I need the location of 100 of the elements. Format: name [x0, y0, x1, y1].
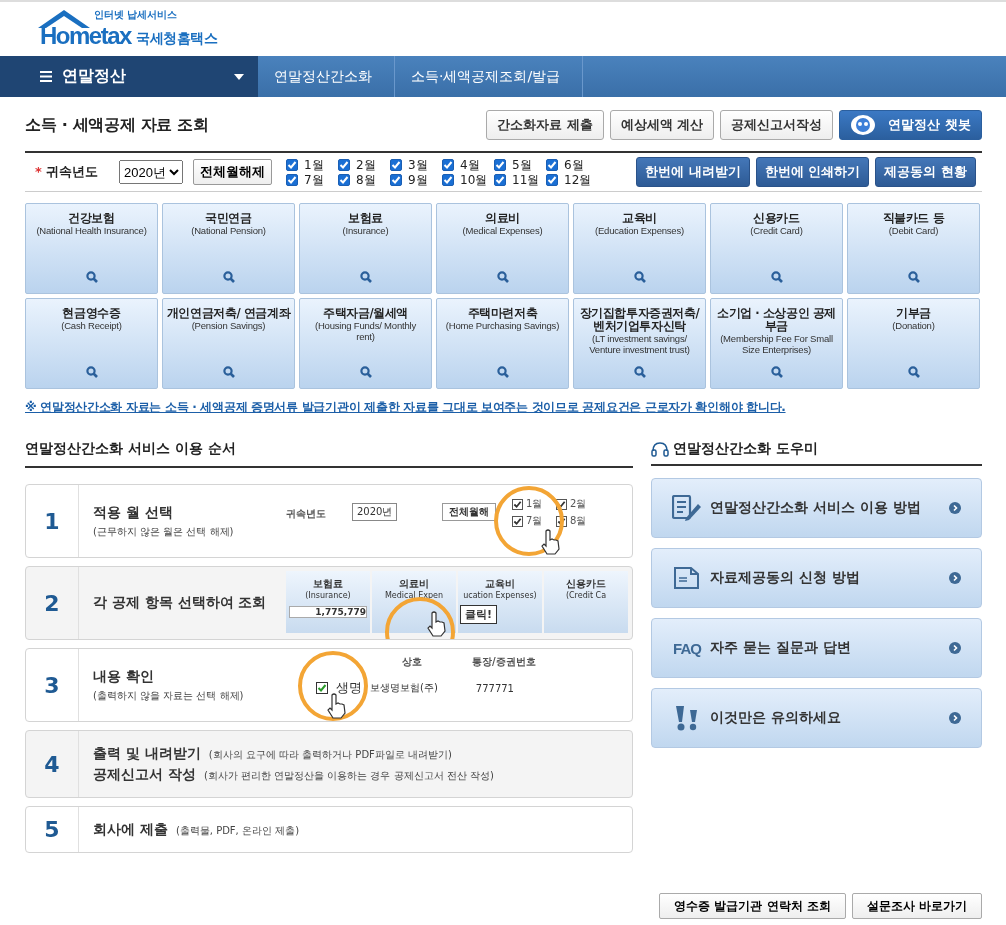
checkmark-icon: [287, 159, 297, 170]
required-mark: *: [35, 164, 42, 179]
illustration-tile: 신용카드 (Credit Ca: [544, 571, 628, 633]
category-tile[interactable]: 보험료 (Insurance): [299, 203, 432, 294]
page-title: 소득 · 세액공제 자료 조회: [25, 114, 209, 136]
step-title: 내용 확인: [93, 667, 154, 686]
illustration-tile: 보험료 (Insurance) 1,775,779: [286, 571, 370, 633]
month-checkbox[interactable]: 9월: [390, 172, 442, 187]
year-label: * 귀속년도: [35, 163, 100, 181]
breadcrumb-link[interactable]: 소득·세액공제조회/발급: [395, 56, 584, 97]
faq-label: FAQ: [673, 639, 701, 657]
helper-link[interactable]: 연말정산간소화 서비스 이용 방법: [651, 478, 982, 538]
pointer-hand-icon: [426, 611, 448, 637]
notice-link[interactable]: ※ 연말정산간소화 자료는 소득 · 세액공제 증명서류 발급기관이 제출한 자료를 그대로 보여주는 것이므로 공제요건은 근로자가 확인해야 합니다.: [25, 399, 982, 416]
month-checkbox[interactable]: 12월: [546, 172, 598, 187]
search-icon: [497, 271, 509, 283]
checkmark-icon: [443, 159, 453, 170]
checkmark-icon: [495, 174, 505, 185]
action-button[interactable]: 공제신고서작성: [720, 110, 834, 140]
search-icon: [634, 271, 646, 283]
action-button[interactable]: 한번에 내려받기: [636, 157, 750, 187]
logo-name[interactable]: 국세청홈택스: [136, 30, 217, 48]
chevron-icon: [949, 502, 961, 514]
category-tile[interactable]: 의료비 (Medical Expenses): [436, 203, 569, 294]
action-button[interactable]: 예상세액 계산: [609, 110, 715, 140]
search-icon: [360, 271, 372, 283]
category-tile[interactable]: 건강보험 (National Health Insurance): [25, 203, 158, 294]
chevron-icon: [949, 712, 961, 724]
search-icon: [86, 366, 98, 378]
category-tile[interactable]: 주택마련저축 (Home Purchasing Savings): [436, 298, 569, 389]
step-title: 출력 및 내려받기: [93, 744, 201, 763]
search-icon: [771, 366, 783, 378]
robot-icon: [850, 114, 877, 136]
category-tile[interactable]: 소기업 · 소상공인 공제부금 (Membership Fee For Small Size Enterprises): [710, 298, 843, 389]
month-checkbox[interactable]: 4월: [442, 157, 494, 172]
category-tile[interactable]: 기부금 (Donation): [847, 298, 980, 389]
helper-link[interactable]: FAQ 자주 묻는 질문과 답변: [651, 618, 982, 678]
step-number: 3: [26, 649, 79, 721]
helper-link[interactable]: 이것만은 유의하세요: [651, 688, 982, 748]
month-checkbox[interactable]: 3월: [390, 157, 442, 172]
illustration-text: 1월: [526, 497, 543, 511]
illustration-text: 8월: [570, 514, 587, 528]
illustration-label: 귀속년도: [286, 507, 326, 521]
category-tile[interactable]: 주택자금/월세액 (Housing Funds/ Monthly rent): [299, 298, 432, 389]
illustration-text: 2월: [570, 497, 587, 511]
action-button[interactable]: 간소화자료 제출: [486, 110, 604, 140]
section-title: 연말정산간소화 서비스 이용 순서: [25, 440, 633, 468]
chatbot-button[interactable]: 연말정산 챗봇: [839, 110, 982, 140]
logo-tagline: 인터넷 납세서비스: [94, 8, 178, 22]
checkmark-icon: [391, 174, 401, 185]
exclamation-icon: [675, 705, 699, 731]
action-button[interactable]: 제공동의 현황: [875, 157, 976, 187]
clear-months-button[interactable]: 전체월해제: [193, 159, 272, 185]
document-icon: [674, 567, 700, 589]
menu-dropdown[interactable]: 연말정산: [0, 56, 258, 97]
month-checkbox[interactable]: 7월: [286, 172, 338, 187]
step-title: 각 공제 항목 선택하여 조회: [93, 594, 267, 612]
footer-button[interactable]: 영수증 발급기관 연락처 조회: [659, 893, 846, 919]
category-tile[interactable]: 개인연금저축/ 연금계좌 (Pension Savings): [162, 298, 295, 389]
category-tile[interactable]: 장기집합투자증권저축/ 벤처기업투자신탁 (LT investment savings/ Venture investment trust): [573, 298, 706, 389]
search-icon: [86, 271, 98, 283]
category-tile[interactable]: 국민연금 (National Pension): [162, 203, 295, 294]
month-checkbox[interactable]: 1월: [286, 157, 338, 172]
breadcrumb-link[interactable]: 연말정산간소화: [258, 56, 395, 97]
logo-brand[interactable]: Hometax: [40, 22, 131, 50]
month-checkbox[interactable]: 11월: [494, 172, 546, 187]
document-pen-icon: [672, 495, 702, 521]
month-checkbox[interactable]: 6월: [546, 157, 598, 172]
checkmark-icon: [443, 174, 453, 185]
category-tile[interactable]: 현금영수증 (Cash Receipt): [25, 298, 158, 389]
pointer-hand-icon: [326, 693, 348, 719]
step-title: 적용 월 선택: [93, 503, 173, 522]
illustration-header: 통장/증권번호: [472, 655, 536, 669]
step-number: 2: [26, 567, 79, 639]
step-note: (회사가 편리한 연말정산을 이용하는 경우 공제신고서 전산 작성): [203, 768, 494, 783]
step-number: 5: [26, 807, 79, 852]
section-title: 연말정산간소화 도우미: [673, 440, 818, 458]
checkmark-icon: [339, 159, 349, 170]
menu-icon: [40, 71, 52, 82]
year-select[interactable]: 2020년: [119, 160, 183, 184]
category-tile[interactable]: 직불카드 등 (Debit Card): [847, 203, 980, 294]
click-tooltip: 클릭!: [460, 605, 498, 624]
footer-button[interactable]: 설문조사 바로가기: [851, 893, 982, 919]
headset-icon: [651, 441, 669, 457]
checkmark-icon: [547, 159, 557, 170]
month-checkbox[interactable]: 5월: [494, 157, 546, 172]
caret-icon: [234, 73, 244, 80]
search-icon: [908, 366, 920, 378]
step-note: (출력물, PDF, 온라인 제출): [175, 823, 300, 838]
action-button[interactable]: 한번에 인쇄하기: [755, 157, 870, 187]
month-checkbox[interactable]: 8월: [338, 172, 390, 187]
category-tile[interactable]: 교육비 (Education Expenses): [573, 203, 706, 294]
pointer-hand-icon: [540, 529, 562, 555]
month-checkbox[interactable]: 2월: [338, 157, 390, 172]
category-tile[interactable]: 신용카드 (Credit Card): [710, 203, 843, 294]
illustration-text: 생명: [336, 679, 362, 697]
month-checkbox[interactable]: 10월: [442, 172, 494, 187]
search-icon: [497, 366, 509, 378]
helper-link[interactable]: 자료제공동의 신청 방법: [651, 548, 982, 608]
checkmark-icon: [339, 174, 349, 185]
